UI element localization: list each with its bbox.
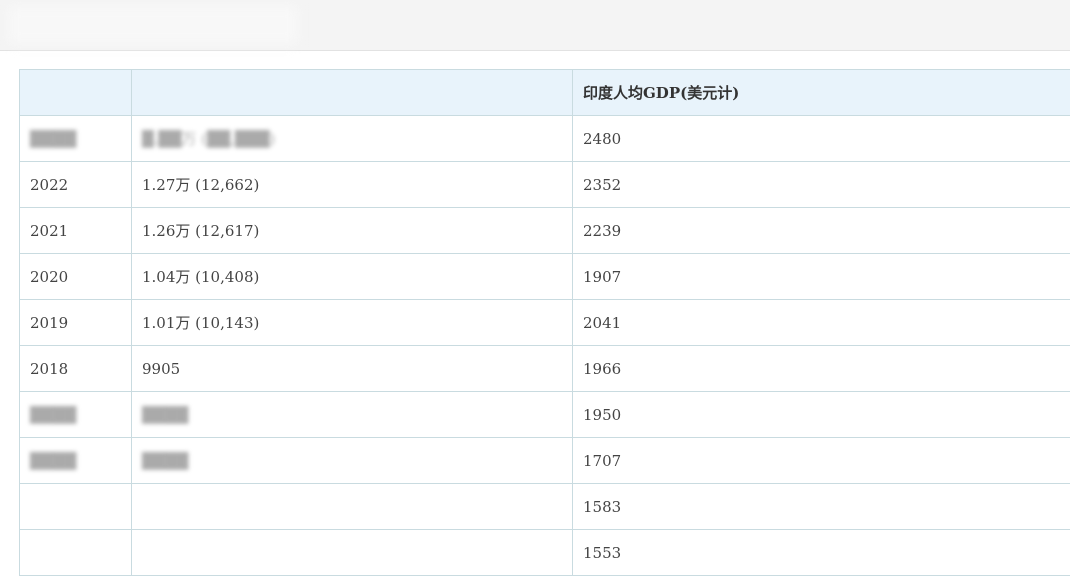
cell-cny [132,530,573,576]
table-row: 2021 1.26万 (12,617) 2239 [20,208,1070,254]
cell-usd: 1553 [573,530,1070,576]
cell-usd: 1583 [573,484,1070,530]
top-bar [0,0,1070,51]
blurred-cny: ████ [142,452,188,470]
cell-year: 2021 [20,208,132,254]
cell-usd: 2480 [573,116,1070,162]
table-row: ████ ████ 1707 [20,438,1070,484]
cell-cny: 1.26万 (12,617) [132,208,573,254]
table-row: ████ █.██万 (██,███) 2480 [20,116,1070,162]
table-row: 2018 9905 1966 [20,346,1070,392]
cell-cny [132,484,573,530]
header-cny [132,70,573,116]
cell-year: 2018 [20,346,132,392]
blurred-cny: █.██万 (██,███) [142,128,275,149]
blurred-header-region [8,6,298,44]
cell-year: ████ [20,392,132,438]
table-row: 1553 [20,530,1070,576]
cell-year: 2020 [20,254,132,300]
table-header-row: 印度人均GDP(美元计) [20,70,1070,116]
cell-cny: 1.27万 (12,662) [132,162,573,208]
cell-year: 2019 [20,300,132,346]
cell-year: ████ [20,438,132,484]
cell-usd: 2041 [573,300,1070,346]
cell-cny: ████ [132,438,573,484]
gdp-table: 印度人均GDP(美元计) ████ █.██万 (██,███) 2480 20… [19,69,1070,576]
cell-cny: ████ [132,392,573,438]
cell-year: ████ [20,116,132,162]
cell-usd: 1907 [573,254,1070,300]
header-usd: 印度人均GDP(美元计) [573,70,1070,116]
table-row: 2020 1.04万 (10,408) 1907 [20,254,1070,300]
table-row: ████ ████ 1950 [20,392,1070,438]
table-row: 1583 [20,484,1070,530]
blurred-year: ████ [30,406,76,424]
blurred-year: ████ [30,452,76,470]
cell-usd: 1966 [573,346,1070,392]
cell-year [20,484,132,530]
cell-year: 2022 [20,162,132,208]
cell-cny: 9905 [132,346,573,392]
cell-cny: 1.04万 (10,408) [132,254,573,300]
cell-cny: █.██万 (██,███) [132,116,573,162]
table-row: 2019 1.01万 (10,143) 2041 [20,300,1070,346]
header-year [20,70,132,116]
cell-usd: 1707 [573,438,1070,484]
blurred-cny: ████ [142,406,188,424]
cell-usd: 2239 [573,208,1070,254]
table-row: 2022 1.27万 (12,662) 2352 [20,162,1070,208]
cell-usd: 1950 [573,392,1070,438]
cell-usd: 2352 [573,162,1070,208]
blurred-year: ████ [30,130,76,148]
cell-year [20,530,132,576]
cell-cny: 1.01万 (10,143) [132,300,573,346]
